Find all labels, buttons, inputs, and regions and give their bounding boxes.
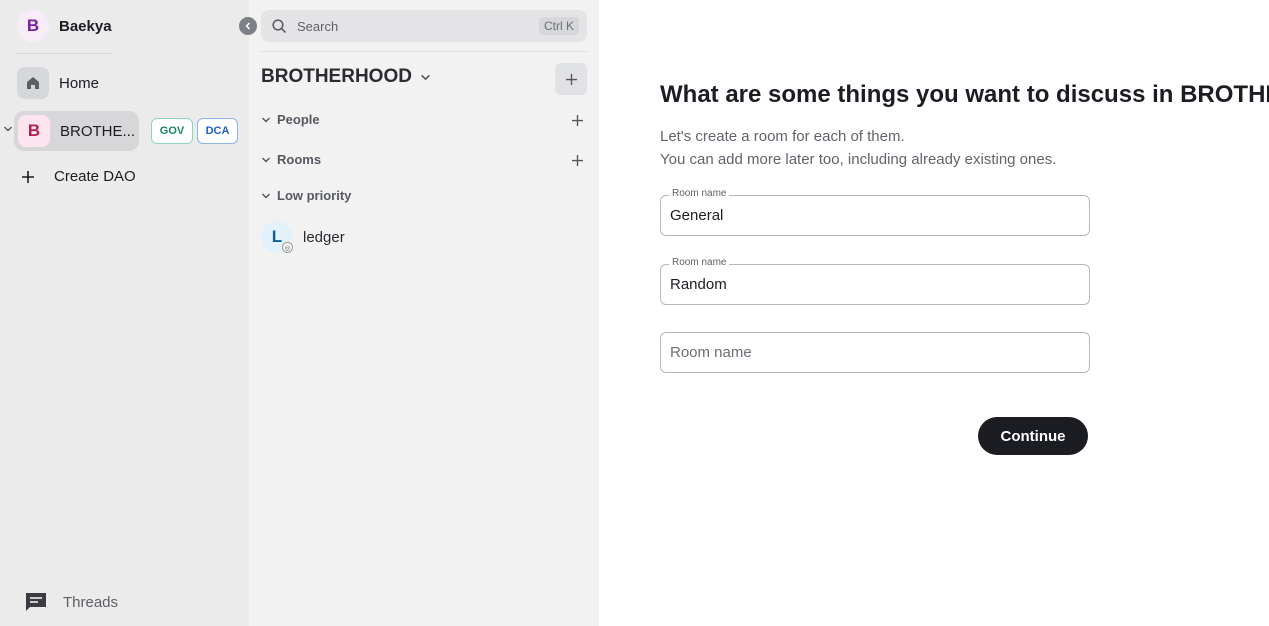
- subtitle-line-1: Let's create a room for each of them.: [660, 128, 905, 145]
- chevron-down-icon: [421, 74, 430, 80]
- search-bar[interactable]: Search Ctrl K: [261, 10, 587, 42]
- section-rooms-label: Rooms: [277, 152, 322, 167]
- home-button[interactable]: Home: [17, 67, 99, 99]
- add-room-button[interactable]: [555, 63, 587, 95]
- dao-label: BROTHE...: [60, 122, 136, 140]
- section-rooms[interactable]: Rooms: [261, 152, 321, 167]
- threads-button[interactable]: Threads: [25, 592, 118, 612]
- room-name-field-3: [660, 332, 1090, 373]
- dao-avatar: B: [18, 115, 50, 147]
- page-title: What are some things you want to discuss…: [660, 81, 1269, 108]
- dca-badge[interactable]: DCA: [197, 118, 238, 144]
- main-panel: What are some things you want to discuss…: [599, 0, 1269, 626]
- plus-icon[interactable]: [572, 115, 583, 126]
- chevron-down-icon[interactable]: [3, 124, 13, 134]
- room-name-input-1[interactable]: [670, 196, 1080, 235]
- plus-icon: [22, 170, 34, 183]
- globe-icon: ◎: [282, 242, 293, 253]
- space-item-brotherhood[interactable]: B BROTHE...: [14, 111, 139, 151]
- section-low-priority-label: Low priority: [277, 188, 352, 203]
- room-avatar-letter: L: [271, 227, 283, 246]
- room-name-input-2[interactable]: [670, 265, 1080, 304]
- section-low-priority[interactable]: Low priority: [261, 188, 351, 203]
- search-icon: [272, 18, 287, 33]
- search-shortcut: Ctrl K: [539, 17, 579, 35]
- subtitle-line-2: You can add more later too, including al…: [660, 151, 1057, 168]
- search-placeholder: Search: [297, 18, 339, 34]
- room-name-input-3[interactable]: [670, 333, 1080, 372]
- divider: [16, 53, 112, 54]
- divider: [261, 51, 587, 52]
- room-list-panel: Search Ctrl K BROTHERHOOD People Rooms L…: [249, 0, 599, 626]
- room-avatar: L ◎: [261, 221, 293, 253]
- user-menu[interactable]: B Baekya: [17, 10, 112, 42]
- chevron-left-icon: [245, 22, 251, 30]
- space-bar: B Baekya Home B BROTHE... GOV DCA Create…: [0, 0, 249, 626]
- user-name: Baekya: [59, 17, 112, 35]
- create-dao-label: Create DAO: [54, 168, 136, 185]
- user-avatar: B: [17, 10, 49, 42]
- collapse-sidebar-button[interactable]: [239, 17, 257, 35]
- space-title-menu[interactable]: BROTHERHOOD: [261, 66, 431, 88]
- chevron-down-icon: [262, 117, 270, 122]
- plus-icon[interactable]: [572, 155, 583, 166]
- chevron-down-icon: [262, 193, 270, 198]
- room-item-ledger[interactable]: L ◎ ledger: [261, 221, 345, 253]
- gov-badge[interactable]: GOV: [151, 118, 193, 144]
- room-name-field-2: Room name: [660, 257, 1090, 305]
- home-label: Home: [59, 74, 100, 92]
- room-name-field-1: Room name: [660, 188, 1090, 236]
- section-people-label: People: [277, 112, 320, 127]
- plus-icon: [565, 73, 577, 85]
- room-name: ledger: [303, 228, 345, 246]
- section-people[interactable]: People: [261, 112, 320, 127]
- space-title: BROTHERHOOD: [261, 66, 412, 87]
- chevron-down-icon: [262, 157, 270, 162]
- threads-icon: [26, 593, 46, 611]
- threads-label: Threads: [63, 593, 119, 611]
- create-dao-button[interactable]: Create DAO: [22, 168, 136, 185]
- home-icon: [17, 67, 49, 99]
- continue-button[interactable]: Continue: [978, 417, 1088, 455]
